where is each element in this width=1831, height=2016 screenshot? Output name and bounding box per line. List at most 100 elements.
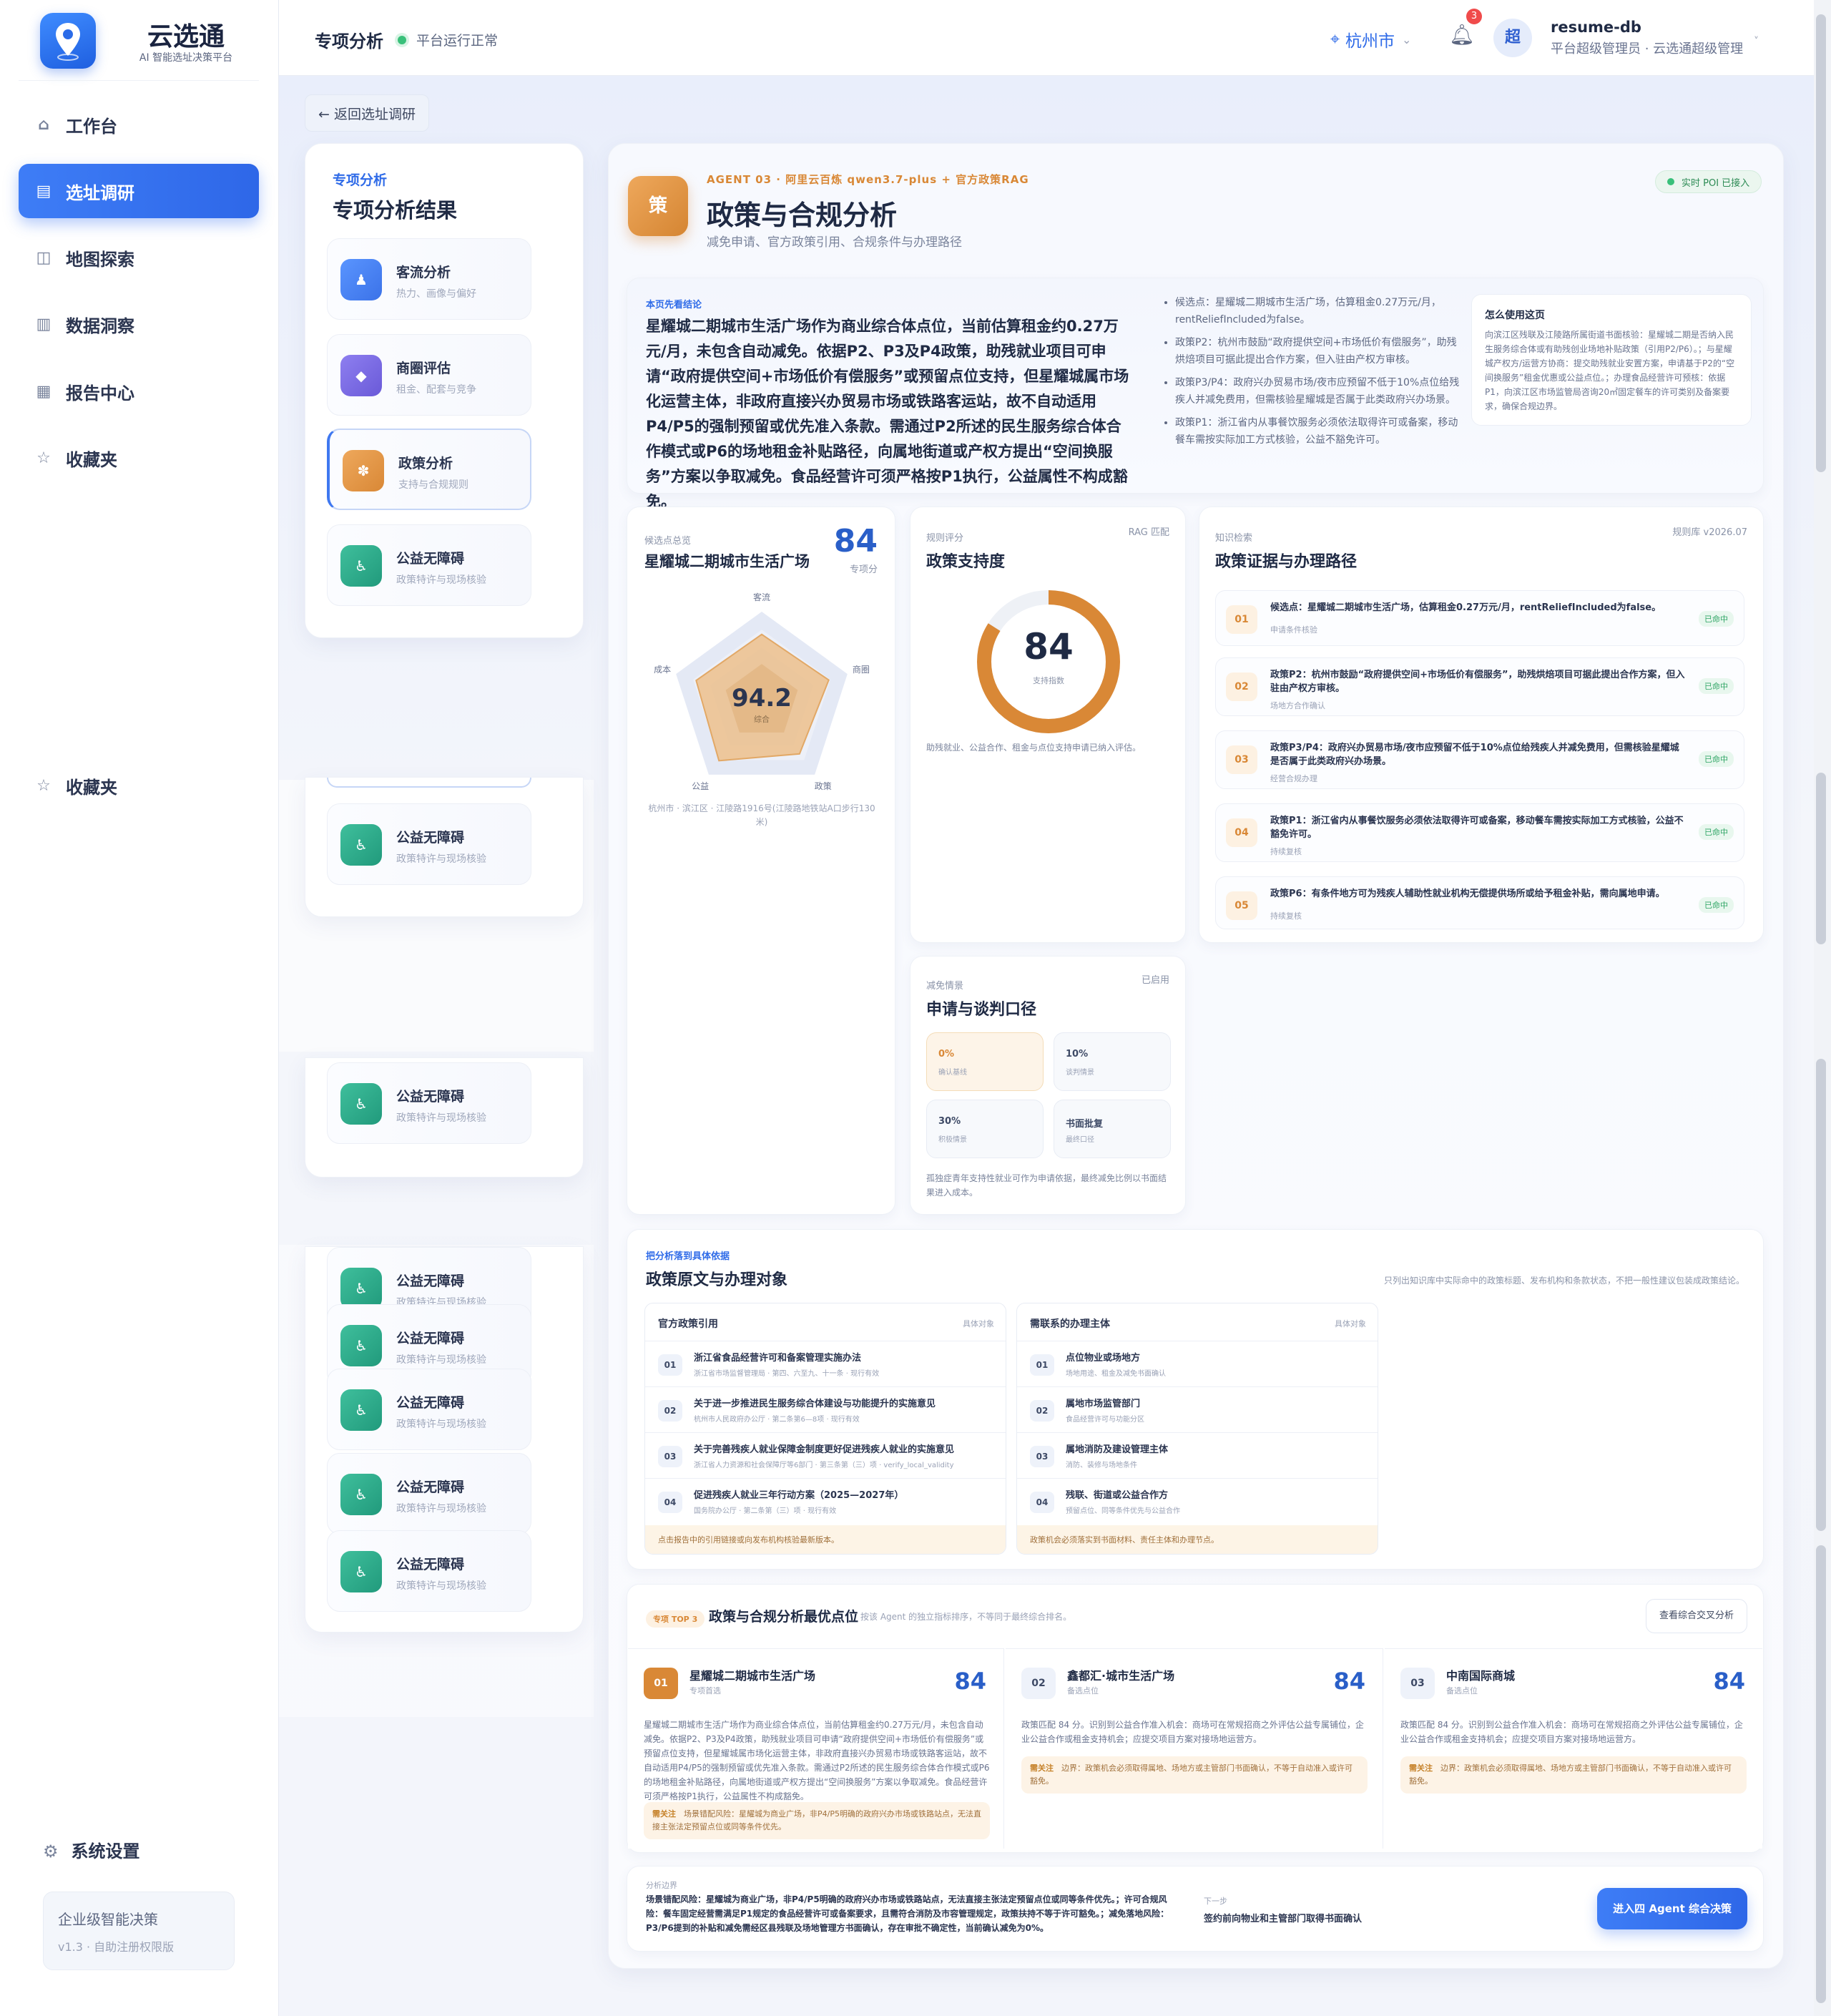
sidebar: 云选通 AI 智能选址决策平台 ⌂ 工作台 ▤ 选址调研 ◫ 地图探索 ▥ 数据洞察 ▦… [0, 0, 279, 2016]
analysis-item-traffic[interactable]: ♟ 客流分析 热力、画像与偏好 [327, 238, 531, 320]
item-desc: 租金、配套与竞争 [396, 384, 476, 396]
nav-item-favorites-dup[interactable]: ☆ 收藏夹 [19, 758, 259, 813]
summary-bullet: 政策P2：杭州市鼓励“政府提供空间+市场低价有偿服务”，助残烘焙项目可据此提出合… [1175, 334, 1464, 368]
chevron-down-icon[interactable]: ˅ [1754, 36, 1759, 47]
settings-label: 系统设置 [71, 1841, 140, 1861]
howto-title: 怎么使用这页 [1485, 310, 1545, 321]
row-number: 03 [1030, 1446, 1054, 1467]
policy-note: 只列出知识库中实际命中的政策标题、发布机构和条款状态，不把一般性建议包装成政策结… [1383, 1276, 1744, 1286]
row-number: 02 [658, 1400, 682, 1422]
table-row[interactable]: 01 浙江省食品经营许可和备案管理实施办法 浙江省市场监督管理局 · 第四、六至九、… [645, 1341, 1006, 1386]
nav-item-map[interactable]: ◫ 地图探索 [19, 230, 259, 285]
row-sub: 场地方合作确认 [1270, 701, 1325, 710]
evidence-row[interactable]: 04 政策P1：浙江省内从事餐饮服务必须依法取得许可或备案，移动餐车需按实际加工方… [1215, 803, 1744, 862]
next-step-text: 签约前向物业和主管部门取得书面确认 [1204, 1914, 1363, 1924]
row-number: 04 [1226, 818, 1257, 847]
evidence-row[interactable]: 03 政策P3/P4：政府兴办贸易市场/夜市应预留不低于10%点位给残疾人并减免费… [1215, 730, 1744, 789]
bell-icon[interactable]: 🔔︎ [1449, 23, 1475, 47]
row-number: 01 [1226, 605, 1257, 634]
scrollbar-thumb[interactable] [1816, 773, 1826, 944]
row-meta: 消防、装修与场地条件 [1066, 1462, 1137, 1469]
nav-item-reports[interactable]: ▦ 报告中心 [19, 364, 259, 419]
ghost-item[interactable]: ♿ 公益无障碍 政策特许与现场核验 [327, 1453, 531, 1535]
row-title: 浙江省食品经营许可和备案管理实施办法 [694, 1353, 862, 1364]
top3-item[interactable]: 02 鑫都汇·城市生活广场 备选点位 84 政策匹配 84 分。识别到公益合作准… [1006, 1648, 1383, 1849]
table-row[interactable]: 04 促进残疾人就业三年行动方案（2025—2027年） 国务院办公厅 · 第二条第… [645, 1478, 1006, 1524]
nav-item-favorites[interactable]: ☆ 收藏夹 [19, 431, 259, 485]
table-row[interactable]: 03 属地消防及建设管理主体 消防、装修与场地条件 [1017, 1432, 1378, 1478]
row-meta: 浙江省市场监督管理局 · 第四、六至九、十一条 · 现行有效 [694, 1370, 880, 1378]
enter-decision-button[interactable]: 进入四 Agent 综合决策 [1597, 1888, 1747, 1929]
summary-bullet: 候选点：星耀城二期城市生活广场，估算租金0.27万元/月，rentReliefI… [1175, 294, 1464, 328]
analysis-item-policy[interactable]: ✽ 政策分析 支持与合规规则 [327, 429, 531, 510]
site-warning: 需关注 边界：政策机会必须取得属地、场地方或主管部门书面确认，不等于自动准入或许… [1021, 1756, 1368, 1794]
top3-badge: 专项 TOP 3 [646, 1610, 705, 1628]
relief-cell[interactable]: 10% 谈判情景 [1054, 1032, 1171, 1091]
back-button[interactable]: ← 返回选址调研 [305, 94, 429, 132]
notification-badge: 3 [1466, 9, 1482, 24]
relief-cell[interactable]: 书面批复 最终口径 [1054, 1100, 1171, 1158]
table-row[interactable]: 02 属地市场监管部门 食品经营许可与功能分区 [1017, 1386, 1378, 1432]
analysis-item-accessibility[interactable]: ♿ 公益无障碍 政策特许与现场核验 [327, 524, 531, 606]
ghost-item[interactable]: ♿ 公益无障碍 政策特许与现场核验 [327, 803, 531, 885]
cross-analysis-button[interactable]: 查看综合交叉分析 [1645, 1599, 1747, 1633]
table-row[interactable]: 04 残联、街道或公益合作方 预留点位、同等条件优先与公益合作 [1017, 1478, 1378, 1524]
table-row[interactable]: 03 关于完善残疾人就业保障金制度更好促进残疾人就业的实施意见 浙江省人力资源和社会… [645, 1432, 1006, 1478]
item-desc: 政策特许与现场核验 [396, 1580, 486, 1592]
evidence-row[interactable]: 02 政策P2：杭州市鼓励“政府提供空间+市场低价有偿服务”，助残烘焙项目可据此提… [1215, 657, 1744, 716]
nav-label: 收藏夹 [66, 777, 117, 798]
candidate-address: 杭州市 · 滨江区 · 江陵路1916号(江陵路地铁站A口步行130米) [648, 803, 875, 827]
scrollbar-thumb[interactable] [1816, 14, 1826, 472]
support-score-label: 支持指数 [1033, 676, 1064, 685]
warning-text: 边界：政策机会必须取得属地、场地方或主管部门书面确认，不等于自动准入或许可豁免。 [1409, 1763, 1732, 1786]
row-number: 04 [658, 1492, 682, 1513]
warning-text: 边界：政策机会必须取得属地、场地方或主管部门书面确认，不等于自动准入或许可豁免。 [1030, 1763, 1353, 1786]
ghost-item[interactable]: ♿ 公益无障碍 政策特许与现场核验 [327, 1530, 531, 1612]
analysis-item-commercial[interactable]: ◆ 商圈评估 租金、配套与竞争 [327, 334, 531, 416]
relief-value: 10% [1066, 1049, 1089, 1060]
scrollbar-thumb[interactable] [1816, 1059, 1826, 1531]
policy-support-card: 规则评分 RAG 匹配 政策支持度 84 支持指数 助残就业、公益合作、租金与点… [910, 507, 1186, 943]
settings-link[interactable]: ⚙ 系统设置 [43, 1837, 140, 1862]
row-title: 关于进一步推进民生服务综合体建设与功能提升的实施意见 [694, 1399, 936, 1409]
item-desc: 政策特许与现场核验 [396, 1503, 486, 1515]
app-logo[interactable] [40, 13, 96, 69]
row-number: 05 [1226, 891, 1257, 920]
row-sub: 经营合规办理 [1270, 774, 1317, 783]
policy-title: 政策原文与办理对象 [646, 1271, 788, 1289]
evidence-row[interactable]: 05 政策P6：有条件地方可为残疾人辅助性就业机构无偿提供场所或给予租金补贴，需向… [1215, 876, 1744, 929]
user-name[interactable]: resume-db [1551, 19, 1641, 36]
city-selector[interactable]: ⌖ 杭州市 ⌄ [1330, 27, 1411, 52]
ghost-item[interactable]: ♿ 公益无障碍 政策特许与现场核验 [327, 1062, 531, 1144]
relief-cell[interactable]: 30% 积极情景 [926, 1100, 1044, 1158]
relief-cell[interactable]: 0% 确认基线 [926, 1032, 1044, 1091]
evidence-row[interactable]: 01 候选点：星耀城二期城市生活广场，估算租金0.27万元/月，rentRelie… [1215, 590, 1744, 646]
ghost-item[interactable]: ♿ 公益无障碍 政策特许与现场核验 [327, 1369, 531, 1450]
nav-item-data[interactable]: ▥ 数据洞察 [19, 297, 259, 351]
summary-text: 星耀城二期城市生活广场作为商业综合体点位，当前估算租金约0.27万元/月，未包含… [646, 318, 1129, 510]
agent-subtitle: 减免申请、官方政策引用、合规条件与办理路径 [707, 235, 962, 250]
ghost-edge [327, 778, 531, 788]
summary-kicker: 本页先看结论 [646, 300, 702, 310]
item-name: 商圈评估 [396, 361, 451, 376]
scrollbar-thumb[interactable] [1816, 1545, 1826, 2003]
nav-label: 选址调研 [66, 182, 134, 203]
radar-axis-label: 政策 [815, 781, 832, 791]
page-title: 专项分析 [315, 31, 383, 52]
overview-score: 84 [833, 523, 878, 559]
nav-item-workbench[interactable]: ⌂ 工作台 [19, 97, 259, 152]
row-meta: 食品经营许可与功能分区 [1066, 1416, 1144, 1424]
responsible-party-table: 需联系的办理主体 具体对象 01 点位物业或场地方 场地用途、租金及减免书面确认 0… [1016, 1303, 1378, 1555]
avatar[interactable]: 超 [1493, 19, 1532, 57]
table-row[interactable]: 02 关于进一步推进民生服务综合体建设与功能提升的实施意见 杭州市人民政府办公厅 ·… [645, 1386, 1006, 1432]
nav-label: 报告中心 [66, 383, 134, 403]
top3-item[interactable]: 01 星耀城二期城市生活广场 专项首选 84 星耀城二期城市生活广场作为商业综合… [628, 1648, 1004, 1849]
table-row[interactable]: 01 点位物业或场地方 场地用途、租金及减免书面确认 [1017, 1341, 1378, 1386]
nav-label: 收藏夹 [66, 449, 117, 470]
rank-number: 03 [1400, 1668, 1435, 1699]
ghost-panel: ♿ 公益无障碍 政策特许与现场核验 [305, 1057, 584, 1178]
top3-item[interactable]: 03 中南国际商城 备选点位 84 政策匹配 84 分。识别到公益合作准入机会：… [1385, 1648, 1762, 1849]
radar-chart: 94.2综合 客流商圈政策 公益 成本 [654, 592, 870, 791]
agent-title: 政策与合规分析 [707, 200, 898, 231]
nav-item-site-research[interactable]: ▤ 选址调研 [19, 164, 259, 218]
